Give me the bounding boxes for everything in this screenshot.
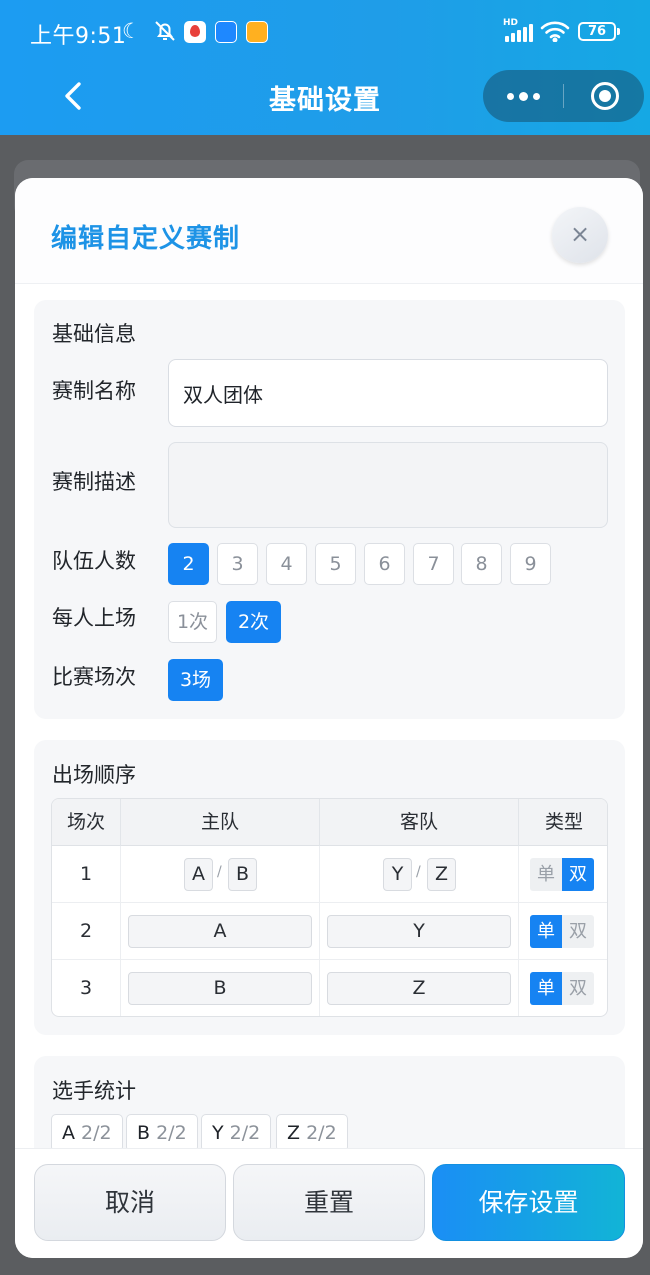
type-cell: 单 双 bbox=[519, 960, 607, 1016]
team-size-label: 队伍人数 bbox=[52, 549, 136, 573]
type-double-option[interactable]: 双 bbox=[562, 972, 594, 1005]
matches-label: 比赛场次 bbox=[52, 665, 136, 689]
section-title: 选手统计 bbox=[52, 1079, 136, 1103]
appearances-option-2[interactable]: 2次 bbox=[226, 601, 281, 643]
save-settings-button[interactable]: 保存设置 bbox=[432, 1164, 625, 1241]
type-toggle: 单 双 bbox=[530, 972, 594, 1005]
col-header-round: 场次 bbox=[52, 799, 121, 846]
player-name: Z bbox=[287, 1122, 301, 1144]
type-single-option[interactable]: 单 bbox=[530, 858, 562, 891]
status-bar: 上午9:51 ☾ HD 76 bbox=[0, 0, 650, 64]
col-header-type: 类型 bbox=[519, 799, 607, 846]
signal-icon bbox=[505, 22, 535, 42]
battery-icon: 76 bbox=[578, 22, 620, 41]
message-app-icon bbox=[246, 21, 268, 43]
bell-muted-icon bbox=[155, 21, 175, 41]
home-player-slot[interactable]: A bbox=[128, 915, 312, 948]
dot-icon bbox=[507, 93, 514, 100]
section-title: 基础信息 bbox=[52, 322, 136, 346]
player-stat-chip: B 2/2 bbox=[126, 1114, 198, 1152]
status-time: 上午9:51 bbox=[30, 24, 127, 49]
player-stat-chip: Y 2/2 bbox=[201, 1114, 272, 1152]
team-size-option-4[interactable]: 4 bbox=[266, 543, 307, 585]
dot-icon bbox=[519, 92, 528, 101]
round-number: 2 bbox=[52, 903, 121, 960]
mini-program-capsule bbox=[483, 70, 644, 122]
col-header-home: 主队 bbox=[121, 799, 320, 846]
home-cell: B bbox=[121, 960, 320, 1016]
pair-separator: / bbox=[416, 864, 421, 880]
team-size-option-3[interactable]: 3 bbox=[217, 543, 258, 585]
matches-option-3[interactable]: 3场 bbox=[168, 659, 223, 701]
more-menu-button[interactable] bbox=[483, 70, 563, 122]
team-size-option-9[interactable]: 9 bbox=[510, 543, 551, 585]
home-player-slot[interactable]: A bbox=[184, 858, 213, 891]
away-cell: Y bbox=[320, 903, 519, 960]
appearances-option-1[interactable]: 1次 bbox=[168, 601, 217, 643]
away-player-slot[interactable]: Z bbox=[327, 972, 511, 1005]
close-button[interactable]: × bbox=[552, 207, 608, 263]
col-header-away: 客队 bbox=[320, 799, 519, 846]
reset-button[interactable]: 重置 bbox=[233, 1164, 425, 1241]
map-app-icon bbox=[184, 21, 206, 43]
player-count: 2/2 bbox=[81, 1122, 112, 1144]
modal-footer: 取消 重置 保存设置 bbox=[15, 1148, 643, 1258]
edit-format-modal: 编辑自定义赛制 × 基础信息 赛制名称 赛制描述 队伍人数 2 3 4 5 6 … bbox=[15, 178, 643, 1258]
home-cell: A / B bbox=[121, 846, 320, 903]
type-cell: 单 双 bbox=[519, 846, 607, 903]
type-single-option[interactable]: 单 bbox=[530, 915, 562, 948]
type-cell: 单 双 bbox=[519, 903, 607, 960]
type-double-option[interactable]: 双 bbox=[562, 915, 594, 948]
away-cell: Y / Z bbox=[320, 846, 519, 903]
type-single-option[interactable]: 单 bbox=[530, 972, 562, 1005]
player-stat-chip: A 2/2 bbox=[51, 1114, 123, 1152]
home-player-slot[interactable]: B bbox=[128, 972, 312, 1005]
team-size-option-7[interactable]: 7 bbox=[413, 543, 454, 585]
home-cell: A bbox=[121, 903, 320, 960]
team-size-option-6[interactable]: 6 bbox=[364, 543, 405, 585]
upload-app-icon bbox=[215, 21, 237, 43]
section-title: 出场顺序 bbox=[52, 763, 136, 787]
order-table: 场次 主队 客队 类型 1 A / B Y / Z 单 双 2 A Y 单 双 … bbox=[51, 798, 608, 1017]
pair-separator: / bbox=[217, 864, 222, 880]
format-desc-label: 赛制描述 bbox=[52, 470, 136, 494]
type-toggle: 单 双 bbox=[530, 915, 594, 948]
player-count: 2/2 bbox=[156, 1122, 187, 1144]
player-count: 2/2 bbox=[229, 1122, 261, 1144]
team-size-option-2[interactable]: 2 bbox=[168, 543, 209, 585]
basic-info-section: 基础信息 赛制名称 赛制描述 队伍人数 2 3 4 5 6 7 8 9 每人上场… bbox=[34, 300, 625, 719]
nav-bar: 基础设置 bbox=[0, 64, 650, 130]
player-name: A bbox=[62, 1122, 75, 1144]
team-size-option-8[interactable]: 8 bbox=[461, 543, 502, 585]
appearances-label: 每人上场 bbox=[52, 606, 136, 630]
format-name-label: 赛制名称 bbox=[52, 379, 136, 403]
player-name: B bbox=[137, 1122, 151, 1144]
round-number: 3 bbox=[52, 960, 121, 1016]
away-cell: Z bbox=[320, 960, 519, 1016]
close-miniprogram-icon[interactable] bbox=[591, 82, 619, 110]
order-section: 出场顺序 场次 主队 客队 类型 1 A / B Y / Z 单 双 2 A Y… bbox=[34, 740, 625, 1035]
away-player-slot[interactable]: Y bbox=[383, 858, 412, 891]
type-double-option[interactable]: 双 bbox=[562, 858, 594, 891]
moon-icon: ☾ bbox=[122, 19, 141, 43]
away-player-slot[interactable]: Z bbox=[427, 858, 456, 891]
player-count: 2/2 bbox=[306, 1122, 337, 1144]
modal-title: 编辑自定义赛制 bbox=[51, 224, 241, 254]
round-number: 1 bbox=[52, 846, 121, 903]
format-name-input[interactable] bbox=[168, 359, 608, 427]
type-toggle: 单 双 bbox=[530, 858, 594, 891]
player-name: Y bbox=[212, 1122, 224, 1144]
format-desc-textarea[interactable] bbox=[168, 442, 608, 528]
away-player-slot[interactable]: Y bbox=[327, 915, 511, 948]
dot-icon bbox=[533, 93, 540, 100]
wifi-icon bbox=[540, 21, 570, 42]
team-size-option-5[interactable]: 5 bbox=[315, 543, 356, 585]
modal-header: 编辑自定义赛制 × bbox=[15, 178, 643, 284]
cancel-button[interactable]: 取消 bbox=[34, 1164, 226, 1241]
top-bar: 上午9:51 ☾ HD 76 基础设置 bbox=[0, 0, 650, 135]
home-player-slot[interactable]: B bbox=[228, 858, 257, 891]
player-stat-chip: Z 2/2 bbox=[276, 1114, 348, 1152]
capsule-divider bbox=[563, 84, 564, 108]
